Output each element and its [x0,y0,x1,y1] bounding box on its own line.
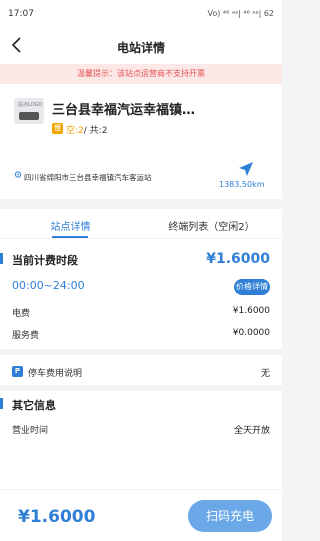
current-price: ¥1.6000 [206,251,270,267]
availability-count: 空:2/ 共:2 [66,123,107,136]
scan-to-charge-button[interactable]: 扫码充电 [188,500,272,532]
business-hours-label: 营业时间 [12,426,49,436]
other-info-section-title: 其它信息 [12,399,56,412]
electricity-fee-label: 电费 [12,309,31,319]
tab-station-details[interactable]: 站点详情 [0,218,141,233]
detail-tabs: 站点详情 终端列表（空闲2） [0,209,282,239]
service-fee-label: 服务费 [12,331,40,341]
station-name: 三台县幸福汽运幸福镇… [52,103,196,118]
bottom-action-bar: ¥1.6000 扫码充电 [0,489,282,541]
business-hours-value: 全天开放 [233,426,270,436]
parking-fee-label: 停车费用说明 [28,369,83,379]
location-pin-icon [14,171,22,178]
status-time: 17:07 [8,9,34,19]
price-detail-button[interactable]: 价格详情 [234,279,270,295]
station-details-content: 当前计费时段 ¥1.6000 00:00~24:00 价格详情 电费 ¥1.60… [0,239,282,489]
station-distance: 1383.50km [219,180,265,189]
section-accent-bar [0,253,3,264]
service-fee-value: ¥0.0000 [232,328,270,338]
station-logo-text: 站点LOGO [18,102,43,108]
active-tab-indicator [52,236,88,238]
parking-icon: P [12,366,23,377]
section-divider [0,385,282,391]
section-accent-bar [0,398,3,409]
status-bar: 17:07 Vo) ⁴⁶ ᵃᵃ| ⁴⁶ ᵃᵃ| 62 [0,0,282,28]
station-logo: 站点LOGO [14,98,44,124]
navigation-bar: 电站详情 [0,28,282,64]
page-title: 电站详情 [116,41,165,55]
total-count: / 共:2 [83,126,108,136]
free-count: 空:2 [66,126,84,136]
parking-fee-value: 无 [260,369,270,379]
pricing-time-range: 00:00~24:00 [12,279,85,292]
station-address: 四川省绵阳市三台县幸福镇汽车客运站 [24,173,152,182]
bottom-price: ¥1.6000 [18,507,96,527]
status-indicators: Vo) ⁴⁶ ᵃᵃ| ⁴⁶ ᵃᵃ| 62 [207,9,274,18]
charging-type-tag: 慢 [52,123,63,134]
tab-terminal-list[interactable]: 终端列表（空闲2） [141,218,282,233]
navigate-arrow-icon[interactable] [238,161,254,177]
pricing-section-title: 当前计费时段 [12,254,78,267]
section-divider [0,349,282,355]
electricity-fee-value: ¥1.6000 [232,306,270,316]
station-logo-bar [19,112,39,120]
invoice-notice-banner: 温馨提示：该站点运营商不支持开票 [0,64,282,84]
